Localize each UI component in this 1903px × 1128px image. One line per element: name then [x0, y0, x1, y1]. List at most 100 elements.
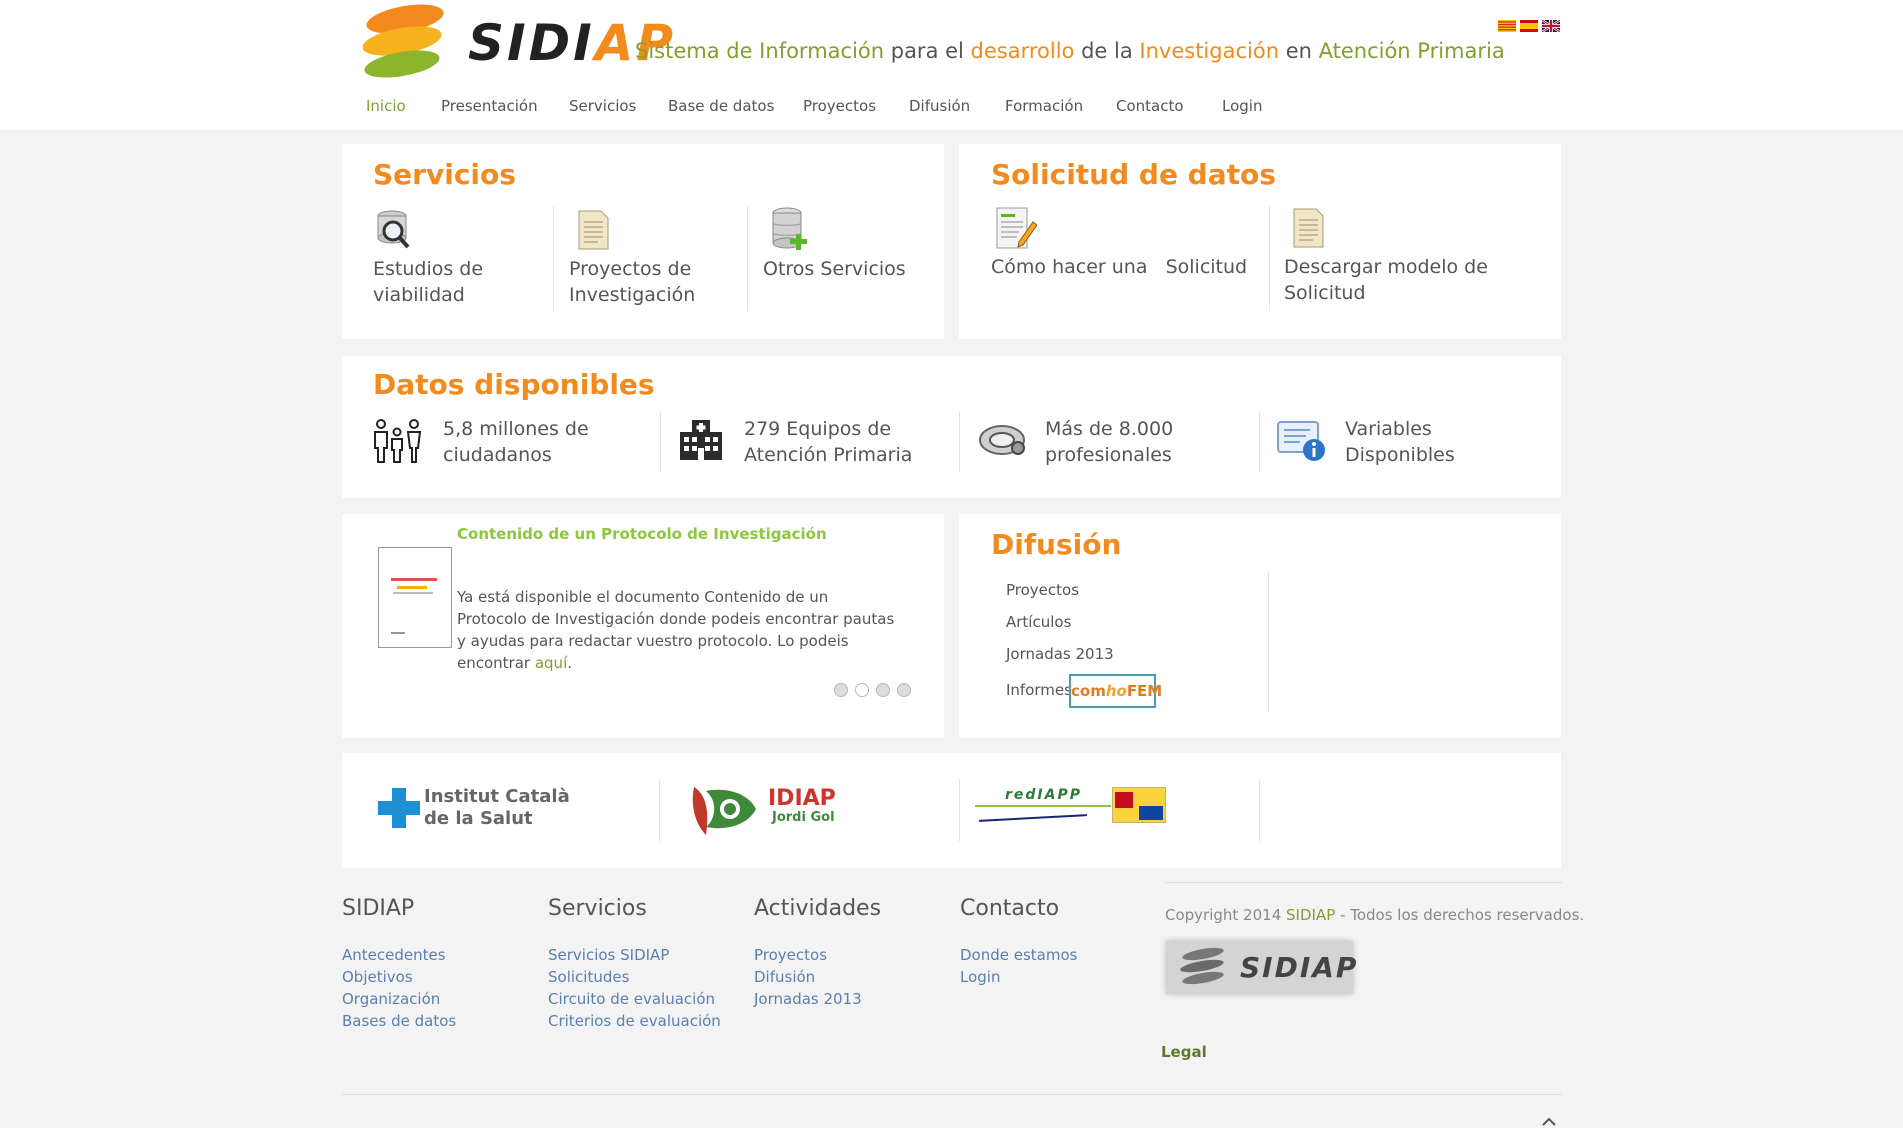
news-link[interactable]: aquí [535, 654, 567, 672]
news-body-end: . [567, 654, 573, 672]
footer-link[interactable]: Donde estamos [960, 946, 1077, 964]
footer-logo-text: SIDIAP [1240, 951, 1359, 984]
nav-contacto[interactable]: Contacto [1116, 97, 1184, 115]
rediapp-logo[interactable]: redIAPP [975, 787, 1115, 827]
dato-profesionales-label: Más de 8.000 profesionales [1045, 418, 1174, 466]
nav-base-de-datos[interactable]: Base de datos [668, 97, 774, 115]
site-logo-icon[interactable] [360, 0, 448, 83]
magnifier-database-icon [377, 210, 410, 249]
servicio-otros-label[interactable]: Otros Servicios [763, 256, 923, 282]
datos-disponibles-panel: Datos disponibles 5,8 millones de ciudad… [342, 356, 1561, 498]
slider-dot-1[interactable] [834, 683, 848, 697]
language-switcher [1498, 20, 1560, 32]
nav-login[interactable]: Login [1222, 97, 1262, 115]
idiap-title[interactable]: IDIAP [768, 788, 836, 810]
stethoscope-icon [979, 425, 1025, 455]
site-header: SIDIAP Sistema de Información para el de… [0, 0, 1903, 130]
spain-ministry-logo[interactable] [1112, 787, 1166, 823]
ics-logo-text[interactable]: Institut Català de la Salut [424, 786, 570, 830]
difusion-link-informes[interactable]: Informes [1006, 681, 1072, 699]
nav-servicios[interactable]: Servicios [569, 97, 636, 115]
solicitud-como-label[interactable]: Cómo hacer una Solicitud [991, 254, 1251, 280]
difusion-link-jornadas[interactable]: Jornadas 2013 [1006, 645, 1114, 663]
servicio-estudios-label[interactable]: Estudios de viabilidad [373, 256, 523, 308]
info-card-icon [1277, 421, 1325, 461]
badge-part: FEM [1126, 682, 1163, 700]
footer-link[interactable]: Servicios SIDIAP [548, 946, 669, 964]
footer-link[interactable]: Organización [342, 990, 440, 1008]
english-flag-icon[interactable] [1542, 20, 1560, 32]
nav-difusion[interactable]: Difusión [909, 97, 970, 115]
idiap-logo-icon[interactable] [688, 781, 760, 839]
servicios-title: Servicios [373, 158, 516, 191]
difusion-link-articulos[interactable]: Artículos [1006, 613, 1071, 631]
ics-cross-icon[interactable] [378, 788, 422, 828]
site-tagline: Sistema de Información para el desarroll… [635, 39, 1505, 63]
tagline-part: en [1279, 39, 1319, 63]
tagline-part: Sistema de Información [635, 39, 885, 63]
solicitud-panel: Solicitud de datos Cómo hacer una Solici… [959, 144, 1561, 339]
brand-main: SIDI [468, 14, 595, 72]
difusion-link-proyectos[interactable]: Proyectos [1006, 581, 1079, 599]
nav-formacion[interactable]: Formación [1005, 97, 1083, 115]
protocol-document-thumbnail[interactable] [378, 547, 452, 648]
tagline-part: de la [1074, 39, 1140, 63]
partners-panel: Institut Català de la Salut IDIAP Jordi G… [342, 753, 1561, 868]
dato-variables-label: Variables Disponibles [1345, 418, 1455, 466]
form-edit-icon [996, 207, 1037, 249]
footer-heading-sidiap: SIDIAP [342, 896, 415, 921]
people-icon [374, 419, 422, 463]
news-slider-panel: Contenido de un Protocolo de Investigaci… [342, 514, 944, 738]
servicio-proyectos-label[interactable]: Proyectos de Investigación [569, 256, 729, 308]
document-icon [578, 210, 609, 250]
footer-link[interactable]: Objetivos [342, 968, 413, 986]
news-body: Ya está disponible el documento Contenid… [457, 586, 897, 674]
database-add-icon [772, 207, 807, 250]
document-icon [1293, 208, 1324, 248]
footer-link[interactable]: Proyectos [754, 946, 827, 964]
difusion-title: Difusión [991, 528, 1122, 561]
tagline-part: Investigación [1139, 39, 1280, 63]
copyright-text: Copyright 2014 SIDIAP - Todos los derech… [1165, 906, 1584, 924]
hospital-icon [680, 420, 722, 460]
slider-dot-2[interactable] [855, 683, 869, 697]
badge-part: ho [1105, 682, 1127, 700]
footer-link[interactable]: Antecedentes [342, 946, 446, 964]
solicitud-descargar-label[interactable]: Descargar modelo de Solicitud [1284, 254, 1504, 306]
footer-link[interactable]: Criterios de evaluación [548, 1012, 721, 1030]
footer-link[interactable]: Circuito de evaluación [548, 990, 715, 1008]
footer-link[interactable]: Difusión [754, 968, 815, 986]
ics-line-2: de la Salut [424, 808, 533, 829]
footer-link[interactable]: Login [960, 968, 1000, 986]
badge-part: com [1071, 682, 1106, 700]
comhofem-badge[interactable]: comhoFEM [1069, 674, 1162, 708]
nav-proyectos[interactable]: Proyectos [803, 97, 876, 115]
slider-dot-4[interactable] [897, 683, 911, 697]
dato-equipos-label: 279 Equipos de Atención Primaria [744, 418, 913, 466]
footer-heading-actividades: Actividades [754, 896, 882, 921]
news-title[interactable]: Contenido de un Protocolo de Investigaci… [457, 525, 827, 543]
footer-link[interactable]: Jornadas 2013 [754, 990, 862, 1008]
copyright-post: - Todos los derechos reservados. [1335, 906, 1585, 924]
ics-line-1: Institut Català [424, 786, 570, 807]
spanish-flag-icon[interactable] [1520, 20, 1538, 32]
rediapp-text: redIAPP [1005, 787, 1082, 803]
nav-presentacion[interactable]: Presentación [441, 97, 538, 115]
tagline-part: Atención Primaria [1318, 39, 1505, 63]
nav-inicio[interactable]: Inicio [366, 97, 406, 115]
idiap-subtitle: Jordi Gol [772, 810, 835, 825]
difusion-panel: Difusión Proyectos Artículos Jornadas 20… [959, 514, 1561, 738]
datos-title: Datos disponibles [373, 368, 655, 401]
tagline-part: para el [884, 39, 971, 63]
footer-link[interactable]: Solicitudes [548, 968, 629, 986]
slider-dot-3[interactable] [876, 683, 890, 697]
footer-heading-contacto: Contacto [960, 896, 1060, 921]
chevron-up-icon[interactable] [1540, 1116, 1558, 1126]
catalan-flag-icon[interactable] [1498, 20, 1516, 32]
dato-ciudadanos-label: 5,8 millones de ciudadanos [443, 418, 589, 466]
tagline-part: desarrollo [970, 39, 1075, 63]
footer-sidiap-logo[interactable]: SIDIAP [1166, 941, 1356, 994]
legal-link[interactable]: Legal [1161, 1043, 1207, 1061]
copyright-brand-link[interactable]: SIDIAP [1286, 906, 1335, 924]
footer-link[interactable]: Bases de datos [342, 1012, 456, 1030]
